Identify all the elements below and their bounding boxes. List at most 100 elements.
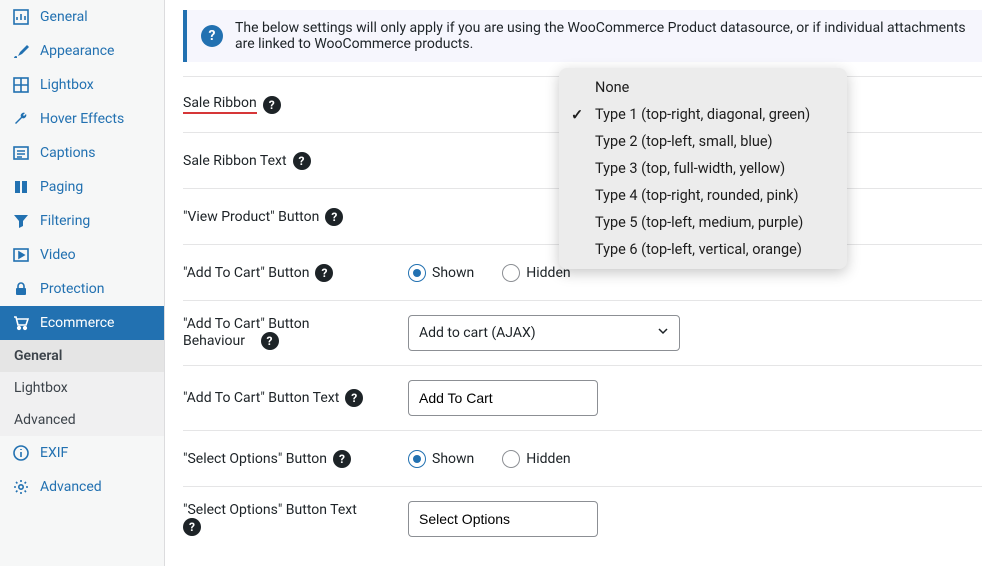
sidebar-item-appearance[interactable]: Appearance xyxy=(0,34,164,68)
field-label: Sale Ribbon Text ? xyxy=(183,152,408,170)
sidebar-item-label: Protection xyxy=(40,281,104,297)
sidebar-item-captions[interactable]: Captions xyxy=(0,136,164,170)
select-options-text-input[interactable] xyxy=(408,501,598,537)
sidebar-item-paging[interactable]: Paging xyxy=(0,170,164,204)
info-icon xyxy=(12,444,30,462)
option-label: Type 3 (top, full-width, yellow) xyxy=(595,160,785,177)
radio-label: Shown xyxy=(432,451,474,467)
help-icon[interactable]: ? xyxy=(315,264,333,282)
field-label: "Select Options" Button Text ? xyxy=(183,502,408,536)
settings-sidebar: General Appearance Lightbox Hover Effect… xyxy=(0,0,165,566)
row-atc-behaviour: "Add To Cart" Button Behaviour ? Add to … xyxy=(183,300,982,365)
book-icon xyxy=(12,178,30,196)
sidebar-item-label: Paging xyxy=(40,179,83,195)
label-text: "Add To Cart" Button Text xyxy=(183,390,339,406)
sale-ribbon-dropdown[interactable]: None ✓ Type 1 (top-right, diagonal, gree… xyxy=(559,68,847,269)
settings-main: ? The below settings will only apply if … xyxy=(165,0,1000,566)
lock-icon xyxy=(12,280,30,298)
radio-shown[interactable]: Shown xyxy=(408,450,474,468)
row-select-options-button: "Select Options" Button ? Shown Hidden xyxy=(183,430,982,486)
select-value: Add to cart (AJAX) xyxy=(419,325,536,341)
radio-circle-icon xyxy=(408,450,426,468)
label-text: "Select Options" Button xyxy=(183,451,327,467)
sidebar-item-label: EXIF xyxy=(40,445,68,461)
dropdown-option-type3[interactable]: Type 3 (top, full-width, yellow) xyxy=(559,155,847,182)
label-text: Sale Ribbon xyxy=(183,95,257,114)
chart-icon xyxy=(12,8,30,26)
option-label: None xyxy=(595,79,629,96)
field-label: "Add To Cart" Button ? xyxy=(183,264,408,282)
radio-circle-icon xyxy=(408,264,426,282)
sidebar-item-filtering[interactable]: Filtering xyxy=(0,204,164,238)
play-icon xyxy=(12,246,30,264)
sidebar-item-label: Filtering xyxy=(40,213,90,229)
brush-icon xyxy=(12,42,30,60)
sidebar-sub-label: Advanced xyxy=(14,412,76,428)
dropdown-option-type1[interactable]: ✓ Type 1 (top-right, diagonal, green) xyxy=(559,101,847,128)
sidebar-sub-lightbox[interactable]: Lightbox xyxy=(0,372,164,404)
sidebar-item-label: Hover Effects xyxy=(40,111,124,127)
sidebar-item-video[interactable]: Video xyxy=(0,238,164,272)
check-icon: ✓ xyxy=(571,106,583,123)
label-text: "Select Options" Button Text xyxy=(183,502,357,518)
label-text: "Add To Cart" Button xyxy=(183,265,309,281)
label-text: "View Product" Button xyxy=(183,209,319,225)
radio-group: Shown Hidden xyxy=(408,264,571,282)
sidebar-item-lightbox[interactable]: Lightbox xyxy=(0,68,164,102)
label-line1: "Add To Cart" Button xyxy=(183,316,309,332)
sidebar-sub-label: General xyxy=(14,348,62,364)
help-icon[interactable]: ? xyxy=(183,518,201,536)
option-label: Type 4 (top-right, rounded, pink) xyxy=(595,187,799,204)
dropdown-option-type4[interactable]: Type 4 (top-right, rounded, pink) xyxy=(559,182,847,209)
sidebar-item-hover-effects[interactable]: Hover Effects xyxy=(0,102,164,136)
sidebar-item-label: Appearance xyxy=(40,43,114,59)
sidebar-sub-advanced[interactable]: Advanced xyxy=(0,404,164,436)
sidebar-item-ecommerce[interactable]: Ecommerce xyxy=(0,306,164,340)
sidebar-item-label: Lightbox xyxy=(40,77,94,93)
funnel-icon xyxy=(12,212,30,230)
sidebar-item-label: Captions xyxy=(40,145,96,161)
field-label: "Select Options" Button ? xyxy=(183,450,408,468)
label-line2: Behaviour xyxy=(183,333,245,349)
sidebar-item-label: Ecommerce xyxy=(40,315,114,331)
option-label: Type 5 (top-left, medium, purple) xyxy=(595,214,803,231)
radio-hidden[interactable]: Hidden xyxy=(502,450,570,468)
row-select-options-text: "Select Options" Button Text ? xyxy=(183,486,982,551)
list-icon xyxy=(12,144,30,162)
dropdown-option-type5[interactable]: Type 5 (top-left, medium, purple) xyxy=(559,209,847,236)
option-label: Type 2 (top-left, small, blue) xyxy=(595,133,773,150)
help-icon[interactable]: ? xyxy=(345,389,363,407)
dropdown-option-none[interactable]: None xyxy=(559,74,847,101)
help-icon[interactable]: ? xyxy=(263,96,281,114)
field-label: "Add To Cart" Button Text ? xyxy=(183,389,408,407)
help-icon[interactable]: ? xyxy=(333,450,351,468)
dropdown-option-type2[interactable]: Type 2 (top-left, small, blue) xyxy=(559,128,847,155)
label-text: Sale Ribbon Text xyxy=(183,153,287,169)
sidebar-item-general[interactable]: General xyxy=(0,0,164,34)
field-label: "View Product" Button ? xyxy=(183,208,408,226)
radio-label: Hidden xyxy=(526,451,570,467)
sidebar-item-exif[interactable]: EXIF xyxy=(0,436,164,470)
sidebar-sub-label: Lightbox xyxy=(14,380,68,396)
sidebar-item-label: General xyxy=(40,9,88,25)
sidebar-sub-general[interactable]: General xyxy=(0,340,164,372)
dropdown-option-type6[interactable]: Type 6 (top-left, vertical, orange) xyxy=(559,236,847,263)
option-label: Type 6 (top-left, vertical, orange) xyxy=(595,241,802,258)
atc-behaviour-select[interactable]: Add to cart (AJAX) xyxy=(408,315,680,351)
sidebar-item-protection[interactable]: Protection xyxy=(0,272,164,306)
radio-circle-icon xyxy=(502,450,520,468)
help-icon[interactable]: ? xyxy=(293,152,311,170)
info-notice: ? The below settings will only apply if … xyxy=(183,10,982,62)
field-label: "Add To Cart" Button Behaviour ? xyxy=(183,316,408,350)
gear-icon xyxy=(12,478,30,496)
row-atc-button-text: "Add To Cart" Button Text ? xyxy=(183,365,982,430)
sidebar-item-advanced[interactable]: Advanced xyxy=(0,470,164,504)
help-icon[interactable]: ? xyxy=(261,332,279,350)
atc-text-input[interactable] xyxy=(408,380,598,416)
option-label: Type 1 (top-right, diagonal, green) xyxy=(595,106,810,123)
chevron-down-icon xyxy=(657,325,669,341)
cart-icon xyxy=(12,314,30,332)
help-icon[interactable]: ? xyxy=(325,208,343,226)
field-label: Sale Ribbon ? xyxy=(183,95,408,114)
radio-shown[interactable]: Shown xyxy=(408,264,474,282)
